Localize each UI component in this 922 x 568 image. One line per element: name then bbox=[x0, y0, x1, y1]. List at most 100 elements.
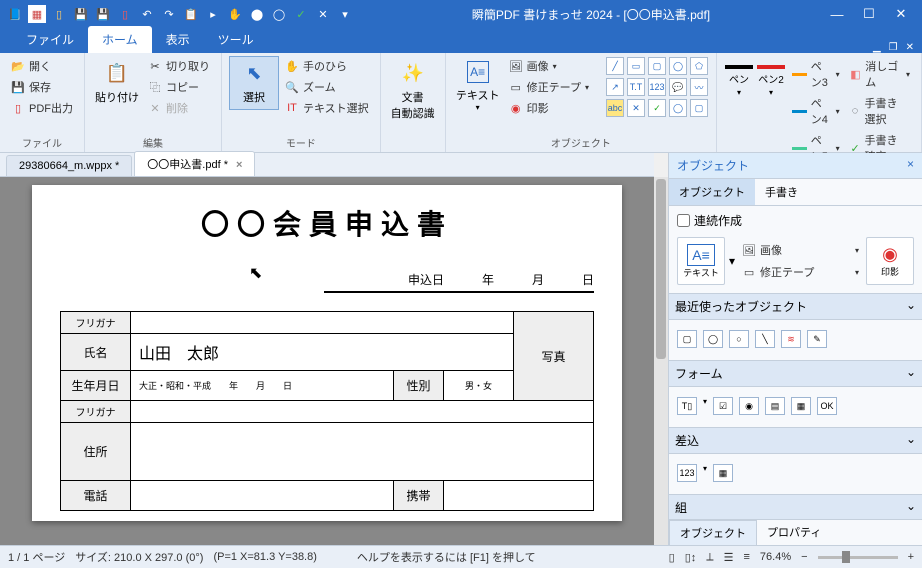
shape-line-icon[interactable]: ╱ bbox=[606, 57, 624, 75]
text-button[interactable]: A≡テキスト▾ bbox=[454, 57, 502, 116]
tab-tool[interactable]: ツール bbox=[204, 26, 268, 53]
tab-file[interactable]: ファイル bbox=[12, 26, 88, 53]
image-button[interactable]: 🖼画像▾ bbox=[506, 57, 592, 75]
save-button[interactable]: 💾保存 bbox=[8, 78, 76, 96]
shape-bezier-icon[interactable]: 〰 bbox=[690, 78, 708, 96]
sp-section-group[interactable]: 組⌄ bbox=[669, 494, 922, 519]
qt-check-icon[interactable]: ✓ bbox=[292, 5, 310, 23]
qt-delete-icon[interactable]: ✕ bbox=[314, 5, 332, 23]
vertical-scrollbar[interactable] bbox=[654, 177, 668, 545]
qt-dropdown-icon[interactable]: ▾ bbox=[336, 5, 354, 23]
shape-cross-icon[interactable]: ✕ bbox=[627, 99, 645, 117]
sp-ft-object[interactable]: オブジェクト bbox=[669, 520, 757, 545]
qt-pointer-icon[interactable]: ▸ bbox=[204, 5, 222, 23]
qt-redo-icon[interactable]: ↷ bbox=[160, 5, 178, 23]
pdf-export-button[interactable]: ▯PDF出力 bbox=[8, 99, 76, 117]
qt-save-icon[interactable]: 💾 bbox=[72, 5, 90, 23]
sp-tab-object[interactable]: オブジェクト bbox=[669, 179, 755, 205]
tab-view[interactable]: 表示 bbox=[152, 26, 204, 53]
pen3-button[interactable]: ペン3▾ bbox=[789, 57, 843, 91]
qt-undo-icon[interactable]: ↶ bbox=[138, 5, 156, 23]
shape-ellipse-icon[interactable]: ◯ bbox=[669, 57, 687, 75]
mdi-minimize-icon[interactable]: ▁ bbox=[873, 42, 881, 53]
zoom-button[interactable]: 🔍ズーム bbox=[282, 78, 372, 96]
tab-home[interactable]: ホーム bbox=[88, 26, 152, 53]
qt-save2-icon[interactable]: 💾 bbox=[94, 5, 112, 23]
continuous-checkbox[interactable]: 連続作成 bbox=[677, 212, 914, 229]
sp-stamp-tool[interactable]: ◉印影 bbox=[866, 237, 914, 285]
sp-section-merge[interactable]: 差込⌄ bbox=[669, 427, 922, 454]
status-icon-2[interactable]: ▯↕ bbox=[685, 551, 697, 564]
recent-shape-icon[interactable]: ≋ bbox=[781, 330, 801, 348]
zoom-slider[interactable] bbox=[818, 556, 898, 559]
form-list-icon[interactable]: ▤ bbox=[765, 397, 785, 415]
eraser-button[interactable]: ◧消しゴム▾ bbox=[847, 57, 913, 91]
mdi-restore-icon[interactable]: ❐ bbox=[889, 42, 898, 53]
shape-circle2-icon[interactable]: ◯ bbox=[669, 99, 687, 117]
qt-clipboard-icon[interactable]: 📋 bbox=[182, 5, 200, 23]
status-icon-1[interactable]: ▯ bbox=[669, 551, 675, 564]
status-icon-5[interactable]: ≡ bbox=[744, 551, 750, 563]
form-textfield-icon[interactable]: T▯ bbox=[677, 397, 697, 415]
sp-text-tool[interactable]: A≡テキスト bbox=[677, 237, 725, 285]
sp-tab-hand[interactable]: 手書き bbox=[755, 179, 808, 205]
sp-ft-property[interactable]: プロパティ bbox=[757, 520, 831, 545]
recent-line-icon[interactable]: ╲ bbox=[755, 330, 775, 348]
cell-gender[interactable]: 男・女 bbox=[444, 371, 514, 401]
sp-text-dropdown-icon[interactable]: ▾ bbox=[729, 254, 735, 268]
sp-section-recent[interactable]: 最近使ったオブジェクト⌄ bbox=[669, 293, 922, 320]
minimize-button[interactable]: — bbox=[822, 3, 852, 25]
hand-button[interactable]: ✋手のひら bbox=[282, 57, 372, 75]
cell-era[interactable]: 大正・昭和・平成 年 月 日 bbox=[131, 371, 394, 401]
sp-close-icon[interactable]: × bbox=[907, 157, 914, 174]
qt-new-icon[interactable]: ▦ bbox=[28, 5, 46, 23]
doc-tab-close-icon[interactable]: × bbox=[236, 159, 242, 171]
qt-app-icon[interactable]: 📘 bbox=[6, 5, 24, 23]
pen2-button[interactable]: ペン2▾ bbox=[757, 57, 785, 97]
form-radio-icon[interactable]: ◉ bbox=[739, 397, 759, 415]
copy-button[interactable]: ⿻コピー bbox=[145, 78, 213, 96]
form-checkbox-icon[interactable]: ☑ bbox=[713, 397, 733, 415]
shape-field-icon[interactable]: 123 bbox=[648, 78, 666, 96]
merge-field-icon[interactable]: 123 bbox=[677, 464, 697, 482]
shape-rrect-icon[interactable]: ▢ bbox=[648, 57, 666, 75]
qt-pdf-icon[interactable]: ▯ bbox=[116, 5, 134, 23]
qt-circle-icon[interactable]: ◯ bbox=[270, 5, 288, 23]
stamp-button[interactable]: ◉印影 bbox=[506, 99, 592, 117]
shape-text-icon[interactable]: T.T bbox=[627, 78, 645, 96]
delete-button[interactable]: ✕削除 bbox=[145, 99, 213, 117]
pen-button[interactable]: ペン▾ bbox=[725, 57, 753, 97]
doc-tab-front[interactable]: 〇〇申込書.pdf *× bbox=[134, 151, 255, 176]
status-icon-3[interactable]: ⟂ bbox=[706, 551, 713, 564]
zoom-out-button[interactable]: − bbox=[801, 551, 807, 563]
merge-table-icon[interactable]: ▦ bbox=[713, 464, 733, 482]
shape-polygon-icon[interactable]: ⬠ bbox=[690, 57, 708, 75]
doc-tab-back[interactable]: 29380664_m.wppx * bbox=[6, 155, 132, 176]
shape-check-icon[interactable]: ✓ bbox=[648, 99, 666, 117]
select-button[interactable]: ⬉選択 bbox=[230, 57, 278, 109]
recent-pen-icon[interactable]: ✎ bbox=[807, 330, 827, 348]
qt-hand-icon[interactable]: ✋ bbox=[226, 5, 244, 23]
shape-rect-icon[interactable]: ▭ bbox=[627, 57, 645, 75]
qt-open-icon[interactable]: ▯ bbox=[50, 5, 68, 23]
pen4-button[interactable]: ペン4▾ bbox=[789, 94, 843, 128]
form-combo-icon[interactable]: ▦ bbox=[791, 397, 811, 415]
shape-box-icon[interactable]: ▢ bbox=[690, 99, 708, 117]
maximize-button[interactable]: ☐ bbox=[854, 3, 884, 25]
cut-button[interactable]: ✂切り取り bbox=[145, 57, 213, 75]
recent-rrect-icon[interactable]: ▢ bbox=[677, 330, 697, 348]
shape-arrow-icon[interactable]: ↗ bbox=[606, 78, 624, 96]
canvas-area[interactable]: 〇〇会員申込書 申込日 年 月 日 フリガナ写真 氏名山田 太郎 生年月日大正・… bbox=[0, 177, 654, 545]
status-icon-4[interactable]: ☰ bbox=[724, 551, 734, 564]
qt-settings-icon[interactable]: ⬤ bbox=[248, 5, 266, 23]
recent-ellipse-icon[interactable]: ◯ bbox=[703, 330, 723, 348]
sp-image-tool[interactable]: 🖼画像▾ bbox=[739, 241, 862, 259]
sp-correction-tool[interactable]: ▭修正テープ▾ bbox=[739, 263, 862, 281]
form-button-icon[interactable]: OK bbox=[817, 397, 837, 415]
recent-circle-icon[interactable]: ○ bbox=[729, 330, 749, 348]
correction-button[interactable]: ▭修正テープ▾ bbox=[506, 78, 592, 96]
cell-name-value[interactable]: 山田 太郎 bbox=[131, 334, 514, 371]
auto-recognize-button[interactable]: ✨文書自動認識 bbox=[389, 57, 437, 125]
shape-callout-icon[interactable]: 💬 bbox=[669, 78, 687, 96]
zoom-in-button[interactable]: + bbox=[908, 551, 914, 563]
